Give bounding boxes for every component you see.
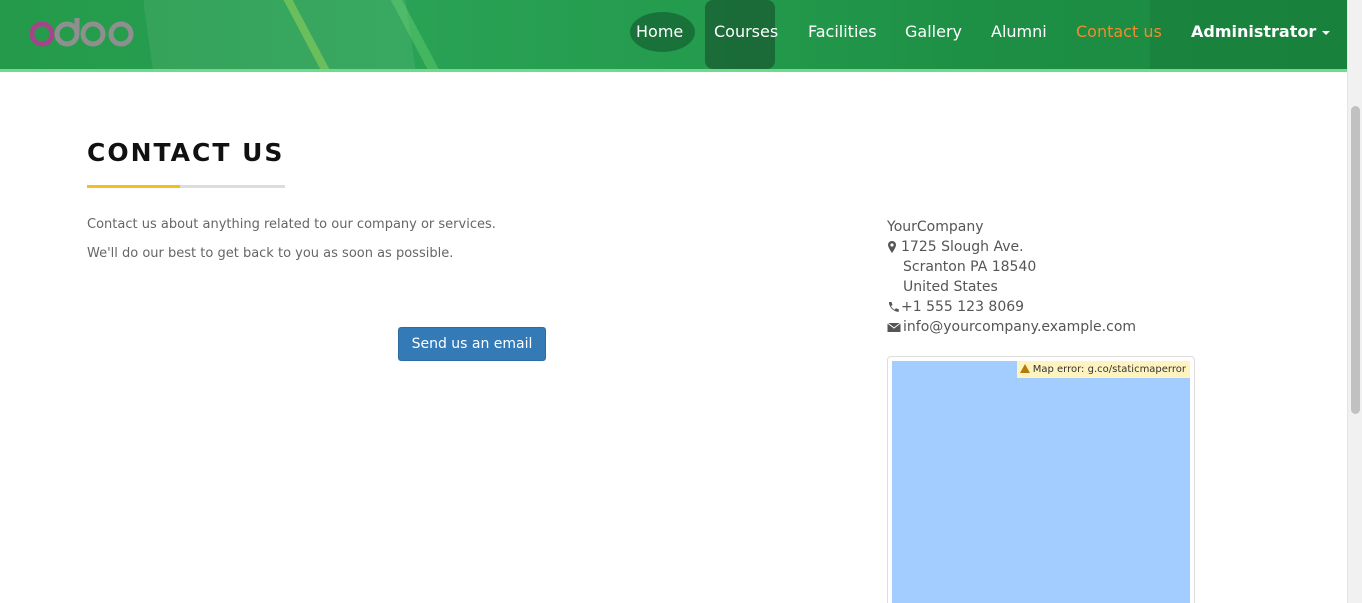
company-email-row: info@yourcompany.example.com	[887, 317, 1136, 337]
company-address-block: YourCompany 1725 Slough Ave. Scranton PA…	[887, 217, 1136, 337]
intro-text-secondary: We'll do our best to get back to you as …	[87, 246, 454, 261]
warning-icon	[1019, 364, 1030, 373]
map-error-text: Map error: g.co/staticmaperror	[1032, 364, 1186, 375]
title-underline-accent	[87, 185, 180, 188]
odoo-logo[interactable]	[30, 16, 140, 50]
nav-alumni[interactable]: Alumni	[991, 22, 1047, 41]
send-email-button[interactable]: Send us an email	[398, 327, 546, 361]
user-menu-label: Administrator	[1191, 22, 1317, 41]
nav-home[interactable]: Home	[636, 22, 683, 41]
nav-facilities[interactable]: Facilities	[808, 22, 877, 41]
map-error-banner: Map error: g.co/staticmaperror	[1016, 361, 1190, 378]
company-phone: +1 555 123 8069	[901, 299, 1025, 315]
nav-gallery[interactable]: Gallery	[905, 22, 962, 41]
company-email[interactable]: info@yourcompany.example.com	[903, 317, 1136, 337]
envelope-icon	[887, 322, 901, 332]
site-header: Home Courses Facilities Gallery Alumni C…	[0, 0, 1347, 72]
company-name: YourCompany	[887, 219, 984, 235]
scrollbar-thumb[interactable]	[1351, 106, 1360, 414]
map-frame: Map error: g.co/staticmaperror	[887, 356, 1195, 603]
nav-courses[interactable]: Courses	[714, 22, 778, 41]
nav-contact-us[interactable]: Contact us	[1076, 22, 1162, 41]
static-map[interactable]: Map error: g.co/staticmaperror	[892, 361, 1190, 603]
header-background-decoration	[142, 0, 418, 69]
phone-icon	[888, 302, 899, 312]
intro-text: Contact us about anything related to our…	[87, 217, 496, 232]
title-underline	[87, 185, 285, 188]
caret-down-icon	[1322, 30, 1331, 35]
map-marker-icon	[888, 241, 896, 253]
company-street: 1725 Slough Ave.	[901, 239, 1024, 255]
company-street-row: 1725 Slough Ave.	[887, 237, 1136, 257]
page-title: CONTACT US	[87, 138, 285, 167]
company-country: United States	[903, 279, 998, 295]
header-background-decoration	[380, 0, 450, 69]
company-phone-row: +1 555 123 8069	[887, 297, 1136, 317]
header-background-decoration	[272, 0, 336, 69]
company-city: Scranton PA 18540	[903, 259, 1037, 275]
user-menu[interactable]: Administrator	[1191, 22, 1331, 41]
page-scrollbar[interactable]	[1347, 0, 1362, 603]
